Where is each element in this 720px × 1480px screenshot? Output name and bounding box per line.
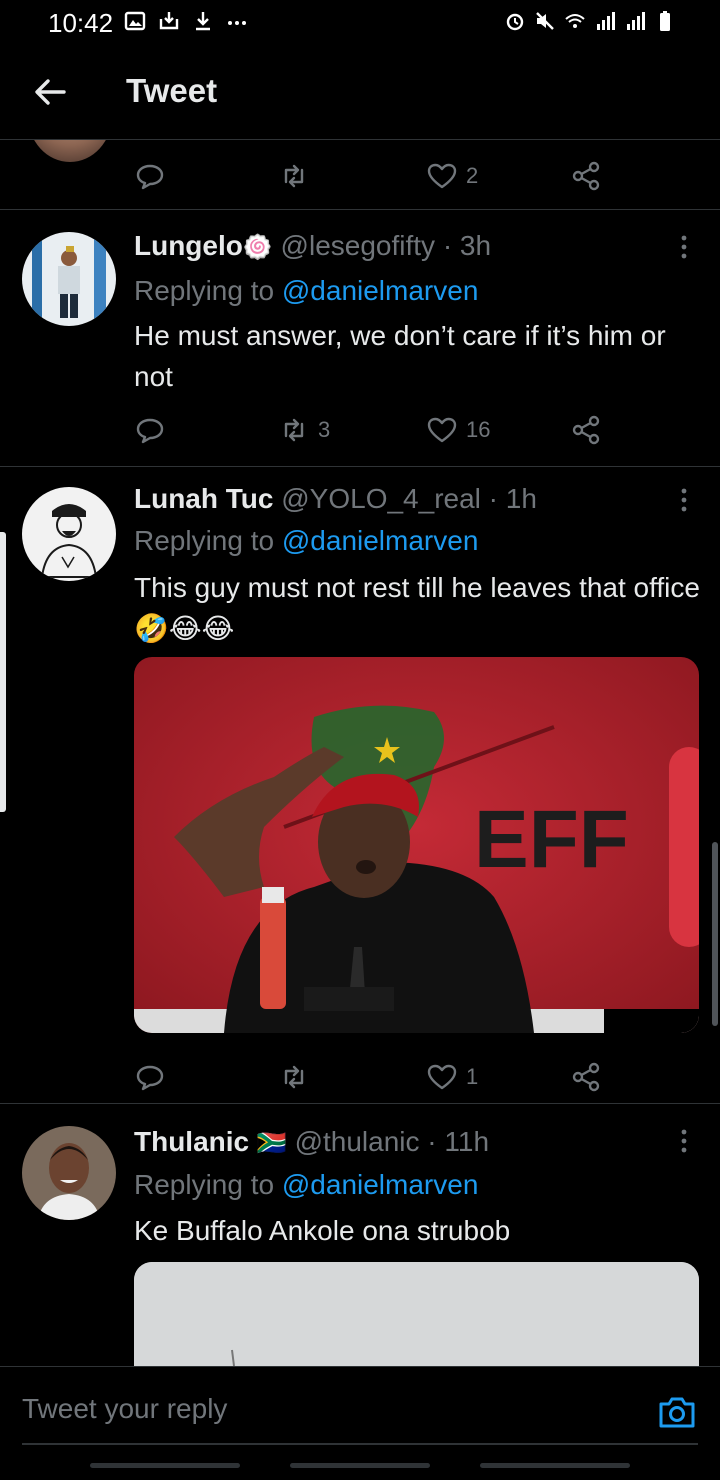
like-count: 1 bbox=[466, 1064, 479, 1089]
tweet-header: Lunah Tuc @YOLO_4_real · 1h bbox=[134, 483, 537, 515]
avatar[interactable] bbox=[28, 140, 112, 162]
avatar[interactable] bbox=[22, 1126, 116, 1220]
mention-link[interactable]: @danielmarven bbox=[282, 525, 479, 556]
reply-button[interactable] bbox=[134, 156, 166, 196]
replying-prefix: Replying to bbox=[134, 525, 282, 556]
page-title: Tweet bbox=[126, 72, 218, 109]
handle-time: @lesegofifty · 3h bbox=[280, 230, 492, 261]
retweet-button[interactable] bbox=[278, 1057, 318, 1097]
status-right-icons bbox=[504, 10, 676, 32]
like-button[interactable]: 1 bbox=[426, 1057, 478, 1097]
reply-input[interactable]: Tweet your reply bbox=[22, 1393, 622, 1437]
status-left-icons bbox=[124, 10, 248, 32]
tweet-text: This guy must not rest till he leaves th… bbox=[134, 572, 700, 644]
tweet-header: Lungelo🍥 @lesegofifty · 3h bbox=[134, 230, 491, 262]
name-badge: 🍥 bbox=[242, 234, 273, 261]
more-options-button[interactable] bbox=[672, 485, 696, 519]
reply-tweet[interactable]: Lunah Tuc @YOLO_4_real · 1h Replying to … bbox=[0, 467, 720, 1103]
reply-composer: Tweet your reply bbox=[0, 1366, 720, 1480]
share-icon bbox=[572, 1062, 600, 1092]
battery-icon bbox=[660, 11, 670, 31]
tweet-header: Thulanic 🇿🇦 @thulanic · 11h bbox=[134, 1126, 489, 1158]
replying-prefix: Replying to bbox=[134, 275, 282, 306]
edge-panel-handle[interactable] bbox=[0, 532, 6, 812]
retweet-button[interactable] bbox=[278, 156, 318, 196]
reply-tweet[interactable]: Lungelo🍥 @lesegofifty · 3h Replying to @… bbox=[0, 210, 720, 466]
display-name[interactable]: Thulanic bbox=[134, 1126, 249, 1157]
mention-link[interactable]: @danielmarven bbox=[282, 1169, 479, 1200]
retweet-count: 3 bbox=[318, 417, 331, 442]
comment-icon bbox=[136, 164, 164, 190]
display-name[interactable]: Lungelo bbox=[134, 230, 243, 261]
comment-icon bbox=[136, 418, 164, 444]
avatar[interactable] bbox=[22, 232, 116, 326]
arrow-left-icon bbox=[35, 79, 66, 105]
tweet-media-image[interactable] bbox=[134, 1262, 699, 1366]
camera-button[interactable] bbox=[656, 1391, 698, 1433]
handle-time: @thulanic · 11h bbox=[294, 1126, 490, 1157]
input-underline bbox=[22, 1443, 698, 1445]
share-icon bbox=[572, 415, 600, 445]
replying-prefix: Replying to bbox=[134, 1169, 282, 1200]
comment-icon bbox=[136, 1065, 164, 1091]
signal-icon bbox=[597, 12, 615, 30]
flag-badge: 🇿🇦 bbox=[256, 1130, 287, 1157]
more-options-button[interactable] bbox=[672, 1126, 696, 1160]
share-button[interactable] bbox=[570, 156, 602, 196]
share-button[interactable] bbox=[570, 1057, 602, 1097]
display-name[interactable]: Lunah Tuc bbox=[134, 483, 273, 514]
retweet-icon bbox=[284, 1065, 304, 1089]
download-icon bbox=[196, 12, 210, 31]
replying-to: Replying to @danielmarven bbox=[134, 1169, 478, 1201]
reply-feed[interactable]: 2 Lungelo🍥 @lesegofifty · 3h Replying to… bbox=[0, 140, 720, 1366]
top-header: Tweet bbox=[0, 44, 720, 140]
download-box-icon bbox=[159, 12, 179, 30]
status-time: 10:42 bbox=[48, 8, 114, 38]
tweet-actions: 2 bbox=[134, 156, 614, 196]
nav-hint bbox=[480, 1463, 630, 1468]
like-button[interactable]: 2 bbox=[426, 156, 478, 196]
back-button[interactable] bbox=[28, 70, 72, 114]
wifi-icon bbox=[565, 14, 585, 28]
retweet-icon bbox=[284, 418, 304, 442]
tweet-media-image[interactable]: EFF bbox=[134, 657, 699, 1033]
heart-icon bbox=[427, 163, 457, 189]
eff-logo-text: EFF bbox=[474, 794, 629, 885]
alarm-icon bbox=[506, 13, 524, 31]
more-options-button[interactable] bbox=[672, 232, 696, 266]
replying-to: Replying to @danielmarven bbox=[134, 275, 478, 307]
mute-icon bbox=[536, 12, 554, 30]
tweet-text: He must answer, we don’t care if it’s hi… bbox=[134, 320, 666, 392]
like-count: 2 bbox=[466, 163, 479, 188]
like-button[interactable]: 16 bbox=[426, 410, 490, 450]
like-count: 16 bbox=[466, 417, 491, 442]
tweet-text: Ke Buffalo Ankole ona strubob bbox=[134, 1215, 511, 1246]
retweet-button[interactable]: 3 bbox=[278, 410, 330, 450]
signal-icon bbox=[627, 12, 645, 30]
mention-link[interactable]: @danielmarven bbox=[282, 275, 479, 306]
avatar[interactable] bbox=[22, 487, 116, 581]
reply-button[interactable] bbox=[134, 1057, 166, 1097]
scrollbar[interactable] bbox=[712, 842, 718, 1026]
share-icon bbox=[572, 161, 600, 191]
heart-icon bbox=[427, 417, 457, 443]
nav-hint bbox=[290, 1463, 430, 1468]
reply-tweet[interactable]: Thulanic 🇿🇦 @thulanic · 11h Replying to … bbox=[0, 1104, 720, 1366]
heart-icon bbox=[427, 1064, 457, 1090]
gallery-icon bbox=[124, 11, 146, 31]
status-bar: 10:42 bbox=[0, 0, 720, 44]
tweet-actions: 1 bbox=[134, 1057, 614, 1097]
handle-time: @YOLO_4_real · 1h bbox=[281, 483, 537, 514]
more-dots-icon bbox=[228, 21, 246, 25]
replying-to: Replying to @danielmarven bbox=[134, 525, 478, 557]
nav-hint bbox=[90, 1463, 240, 1468]
retweet-icon bbox=[284, 164, 304, 188]
share-button[interactable] bbox=[570, 410, 602, 450]
tweet-actions: 3 16 bbox=[134, 410, 614, 450]
reply-button[interactable] bbox=[134, 410, 166, 450]
